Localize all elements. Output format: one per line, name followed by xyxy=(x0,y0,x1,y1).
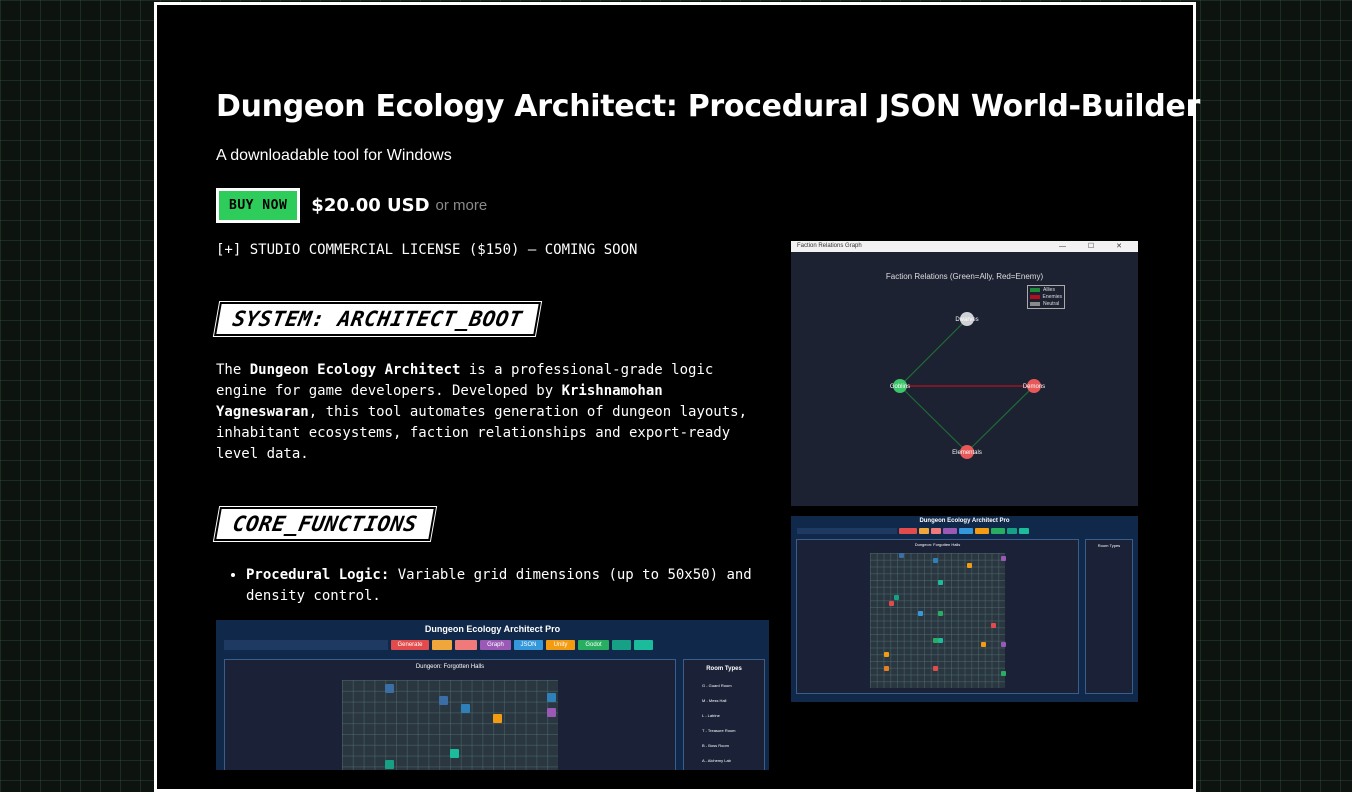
node-label-elementals: Elementals xyxy=(952,450,982,456)
godot-button[interactable]: Godot xyxy=(578,640,609,650)
dungeon-title: Dungeon: Forgotten Halls xyxy=(415,664,485,670)
room-cell xyxy=(450,749,459,758)
feature-label: Procedural Logic: xyxy=(246,567,390,583)
app-toolbar xyxy=(797,528,1029,534)
room-cell xyxy=(991,623,996,628)
json-button[interactable] xyxy=(959,528,973,534)
room-types-title: Room Types xyxy=(1097,543,1121,548)
room-cell xyxy=(385,760,394,769)
json-button[interactable]: JSON xyxy=(514,640,543,650)
room-cell xyxy=(1001,671,1006,676)
list-item: A - Alchemy Lab xyxy=(702,758,731,763)
dungeon-panel: Dungeon: Forgotten Halls xyxy=(796,539,1079,694)
toolbar-spacer xyxy=(797,528,897,534)
room-cell xyxy=(894,595,899,600)
section-heading-functions: CORE_FUNCTIONS xyxy=(214,507,437,541)
list-item: M - Mess Hall xyxy=(702,698,727,703)
price: $20.00 USD xyxy=(311,195,430,216)
dungeon-grid[interactable] xyxy=(342,680,558,770)
room-cell xyxy=(461,704,470,713)
edge-ally xyxy=(899,318,968,387)
list-item: G - Guard Room xyxy=(702,683,732,688)
game-page: Dungeon Ecology Architect: Procedural JS… xyxy=(154,2,1200,792)
app-toolbar: Generate Graph JSON Unity Godot xyxy=(224,640,653,650)
buy-now-button[interactable]: BUY NOW xyxy=(216,188,301,223)
section-heading-boot: SYSTEM: ARCHITECT_BOOT xyxy=(214,302,542,336)
room-cell xyxy=(933,558,938,563)
app-title: Dungeon Ecology Architect Pro xyxy=(919,518,1010,524)
toolbar-button[interactable] xyxy=(1019,528,1029,534)
list-item: Procedural Logic: Variable grid dimensio… xyxy=(246,565,791,607)
room-type-list: G - Guard Room M - Mess Hall L - Latrine… xyxy=(702,678,764,768)
edge-ally xyxy=(966,385,1035,453)
section-heading-boot-text: SYSTEM: ARCHITECT_BOOT xyxy=(230,307,525,331)
room-types-title: Room Types xyxy=(706,666,742,672)
unity-button[interactable]: Unity xyxy=(546,640,575,650)
graph-button[interactable]: Graph xyxy=(480,640,511,650)
graph-button[interactable] xyxy=(943,528,957,534)
toolbar-spacer xyxy=(224,640,388,650)
dungeon-title: Dungeon: Forgotten Halls xyxy=(914,542,961,547)
toolbar-button[interactable] xyxy=(455,640,477,650)
list-item: B - Boss Room xyxy=(702,743,729,748)
room-types-panel: Room Types G - Guard Room M - Mess Hall … xyxy=(683,659,765,770)
toolbar-button[interactable] xyxy=(931,528,941,534)
toolbar-button[interactable] xyxy=(919,528,929,534)
toolbar-button[interactable] xyxy=(612,640,631,650)
screenshot-faction-graph[interactable]: Faction Relations Graph — ☐ ✕ Faction Re… xyxy=(791,241,1138,506)
room-types-panel: Room Types xyxy=(1085,539,1133,694)
unity-button[interactable] xyxy=(975,528,989,534)
page-title: Dungeon Ecology Architect: Procedural JS… xyxy=(216,89,1200,124)
description-part: The xyxy=(216,362,250,378)
price-suffix: or more xyxy=(435,197,488,214)
room-cell xyxy=(938,638,943,643)
dungeon-grid[interactable] xyxy=(870,553,1006,688)
edge-ally xyxy=(899,385,968,453)
room-cell xyxy=(938,611,943,616)
node-label-goblins: Goblins xyxy=(890,384,910,390)
room-cell xyxy=(439,696,448,705)
room-cell xyxy=(1001,556,1006,561)
room-cell xyxy=(938,580,943,585)
description: The Dungeon Ecology Architect is a profe… xyxy=(216,360,761,465)
section-heading-functions-text: CORE_FUNCTIONS xyxy=(230,512,420,536)
room-cell xyxy=(899,553,904,558)
list-item: T - Treasure Room xyxy=(702,728,736,733)
godot-button[interactable] xyxy=(991,528,1005,534)
app-title: Dungeon Ecology Architect Pro xyxy=(424,624,561,634)
dungeon-panel: Dungeon: Forgotten Halls xyxy=(224,659,676,770)
product-name: Dungeon Ecology Architect xyxy=(249,362,461,378)
room-cell xyxy=(385,684,394,693)
page-subtitle: A downloadable tool for Windows xyxy=(216,147,452,164)
room-cell xyxy=(918,611,923,616)
node-label-dwarves: Dwarves xyxy=(955,317,978,323)
room-cell xyxy=(1001,642,1006,647)
toolbar-button[interactable] xyxy=(432,640,452,650)
room-cell xyxy=(547,693,556,702)
room-cell xyxy=(981,642,986,647)
node-label-demons: Demons xyxy=(1023,384,1045,390)
screenshot-app-large[interactable]: Dungeon Ecology Architect Pro Generate G… xyxy=(216,620,769,770)
room-cell xyxy=(884,666,889,671)
license-line: [+] STUDIO COMMERCIAL LICENSE ($150) — C… xyxy=(216,242,638,258)
list-item: L - Latrine xyxy=(702,713,720,718)
generate-button[interactable] xyxy=(899,528,917,534)
screenshot-app-small[interactable]: Dungeon Ecology Architect Pro Dungeon: F… xyxy=(791,516,1138,702)
room-cell xyxy=(493,714,502,723)
toolbar-button[interactable] xyxy=(1007,528,1017,534)
toolbar-button[interactable] xyxy=(634,640,653,650)
room-cell xyxy=(884,652,889,657)
graph-canvas: Dwarves Goblins Demons Elementals xyxy=(890,312,1045,459)
room-cell xyxy=(547,708,556,717)
purchase-row: BUY NOW $20.00 USD or more xyxy=(216,188,487,223)
generate-button[interactable]: Generate xyxy=(391,640,429,650)
room-cell xyxy=(967,563,972,568)
feature-list: Procedural Logic: Variable grid dimensio… xyxy=(216,565,791,607)
room-cell xyxy=(889,601,894,606)
room-cell xyxy=(933,666,938,671)
